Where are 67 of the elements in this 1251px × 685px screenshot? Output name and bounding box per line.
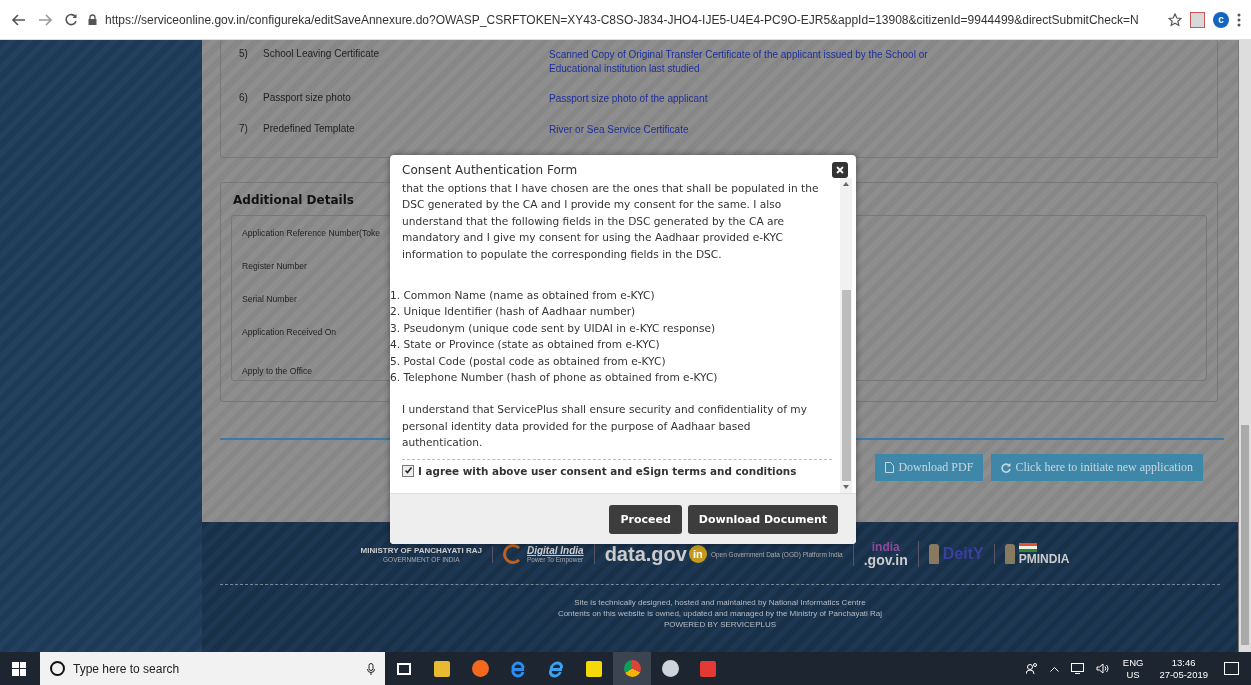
field-label: Application Reference Number(Toke <box>242 228 381 240</box>
document-number: 5) <box>239 48 249 61</box>
proceed-button[interactable]: Proceed <box>609 504 682 534</box>
lock-icon <box>88 14 97 25</box>
microphone-icon[interactable] <box>367 662 375 675</box>
consent-field-item: 1. Common Name (name as obtained from e-KYC) <box>390 288 656 304</box>
consent-text: that the options that I have chosen are the ones that shall be populated in the DSC generated by the CA and I provide my consent for the same. I also understand that the following fields in the DSC generated by the CA are mandatory and I give my consent for using the Aadhaar provided e-KYC information to populate the corresponding fields in the DSC. <box>402 181 820 262</box>
star-icon[interactable] <box>1168 12 1182 27</box>
language-label[interactable]: ENG <box>1122 656 1144 669</box>
agree-checkbox[interactable] <box>402 464 414 477</box>
panel-title: Additional Details <box>232 192 354 209</box>
document-number: 7) <box>239 122 249 136</box>
profile-avatar[interactable]: c <box>1213 11 1229 28</box>
logo-badge: in <box>688 545 707 563</box>
consent-field-item: 2. Unique Identifier (hash of Aadhaar number) <box>390 304 637 320</box>
logo-text[interactable]: PMINDIA <box>1018 551 1070 566</box>
forward-icon[interactable] <box>36 13 54 26</box>
document-name: Passport size photo <box>263 92 352 105</box>
close-button[interactable] <box>832 162 848 178</box>
document-description: River or Sea Service Certificate <box>549 122 690 136</box>
document-name: Predefined Template <box>263 122 356 136</box>
agree-label: I agree with above user consent and eSign terms and conditions <box>418 464 797 477</box>
document-description: Scanned Copy of Original Transfer Certificate of the applicant issued by the School or Educational institution last studied <box>549 48 929 75</box>
clock-time[interactable]: 13:46 <box>1171 656 1196 669</box>
windows-start-icon[interactable] <box>12 661 26 676</box>
field-label: Register Number <box>242 261 307 273</box>
people-icon[interactable] <box>1025 663 1038 674</box>
dialog-scrollbar[interactable] <box>840 178 852 493</box>
download-document-button[interactable]: Download Document <box>687 504 838 534</box>
page-scrollbar[interactable] <box>1239 40 1251 652</box>
field-label: Application Received On <box>242 327 337 339</box>
document-number: 6) <box>239 92 249 105</box>
consent-field-item: 4. State or Province (state as obtained from e-KYC) <box>390 337 661 353</box>
document-icon <box>885 462 895 473</box>
region-label[interactable]: US <box>1126 668 1140 681</box>
logo-text[interactable]: Digital India <box>526 545 584 556</box>
volume-icon[interactable] <box>1095 663 1109 674</box>
footer-text: Contents on this website is owned, updated and managed by the Ministry of Panchayati Raj <box>557 608 883 619</box>
taskbar-search-field[interactable]: Type here to search <box>40 652 385 685</box>
consent-field-item: 5. Postal Code (postal code as obtained from e-KYC) <box>390 353 667 369</box>
network-icon[interactable] <box>1070 663 1084 674</box>
scroll-up-arrow-icon[interactable] <box>843 182 849 186</box>
consent-field-item: 3. Pseudonym (unique code sent by UIDAI in e-KYC response) <box>390 320 717 336</box>
clock-date[interactable]: 27-05-2019 <box>1159 668 1208 681</box>
dialog-title: Consent Authentication Form <box>402 163 578 177</box>
consent-text: I understand that ServicePlus shall ensure security and confidentiality of my personal identity data provided for the purpose of Aadhaar based authentication. <box>402 402 808 451</box>
logo-subtext: .gov.in <box>863 553 908 567</box>
flag-icon <box>1018 542 1037 552</box>
back-icon[interactable] <box>10 13 28 26</box>
logo-text[interactable]: data.gov <box>604 542 687 566</box>
close-icon <box>836 166 844 174</box>
scroll-down-arrow-icon[interactable] <box>843 485 849 489</box>
footer-text: Site is technically designed, hosted and maintained by National Informatics Centre <box>573 597 867 608</box>
address-bar[interactable]: https://serviceonline.gov.in/configureka/editSaveAnnexure.do?OWASP_CSRFTOKEN=XY43-C8SO-J834-JHO4-IJE5-U4E4-PC9O-EJR5&appId=13908&citizenId=9944499&directSubmitCheck=N <box>105 12 1139 27</box>
document-name: School Leaving Certificate <box>263 48 381 61</box>
document-description: Passport size photo of the applicant <box>549 92 709 106</box>
refresh-icon <box>1001 462 1012 473</box>
footer-text: POWERED BY SERVICEPLUS <box>662 619 778 630</box>
menu-icon[interactable] <box>1237 12 1241 27</box>
chrome-icon[interactable] <box>613 652 651 685</box>
field-label: Apply to the Office <box>242 366 313 378</box>
notifications-icon[interactable] <box>1224 662 1239 675</box>
field-label: Serial Number <box>242 294 297 306</box>
logo-text[interactable]: MINISTRY OF PANCHAYATI RAJ <box>360 545 482 555</box>
cortana-circle-icon <box>50 661 65 676</box>
caret-icon[interactable] <box>1049 665 1059 672</box>
consent-field-item: 6. Telephone Number (hash of phone as obtained from e-KYC) <box>390 370 719 386</box>
